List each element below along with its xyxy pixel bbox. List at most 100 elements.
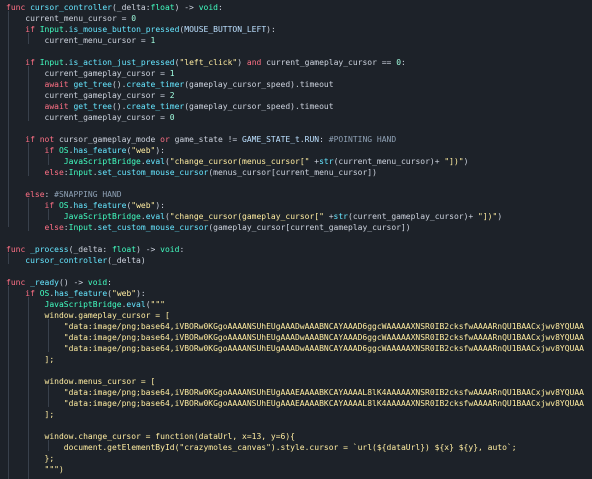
code-token: if — [44, 201, 59, 210]
code-token: "web" — [131, 146, 156, 155]
code-line[interactable]: if not cursor_gameplay_mode or game_stat… — [6, 134, 396, 145]
code-line[interactable]: func _ready() -> void: — [6, 277, 112, 288]
code-token: if — [25, 289, 40, 298]
code-token: ): — [155, 201, 165, 210]
code-line[interactable]: else:Input.set_custom_mouse_cursor(gamep… — [6, 222, 411, 233]
code-editor[interactable]: func cursor_controller(_delta:float) -> … — [0, 0, 592, 479]
code-line[interactable]: if OS.has_feature("web"): — [6, 200, 165, 211]
code-token: document.getElementById("crazymoles_canv… — [6, 443, 517, 452]
code-token: : — [44, 190, 55, 199]
code-token: else — [44, 223, 64, 232]
code-token: is_action_just_pressed — [68, 58, 175, 67]
code-line[interactable]: "data:image/png;base64,iVBORw0KGgoAAAANS… — [6, 343, 584, 354]
code-token: }; — [6, 454, 55, 463]
code-line[interactable]: func _process(_delta: float) -> void: — [6, 244, 184, 255]
code-token: void — [160, 245, 180, 254]
code-token: float — [150, 3, 175, 12]
code-token: OS — [58, 201, 69, 210]
code-token: str — [319, 157, 334, 166]
code-token: "data:image/png;base64,iVBORw0KGgoAAAANS… — [6, 322, 584, 331]
code-token: RUN — [304, 135, 320, 144]
code-line[interactable]: JavaScriptBridge.eval("change_cursor(men… — [6, 156, 469, 167]
code-token: func — [6, 3, 31, 12]
code-token: "left_click" — [179, 58, 238, 67]
code-token: Input — [68, 168, 93, 177]
code-token: ): — [266, 25, 276, 34]
code-token: if not — [25, 135, 59, 144]
code-token: (gameplay_cursor_speed).timeout — [184, 80, 334, 89]
code-token: eval — [145, 212, 165, 221]
code-line[interactable]: }; — [6, 453, 55, 464]
code-token: eval — [145, 157, 165, 166]
code-token: if — [25, 58, 40, 67]
code-token: (). — [111, 102, 127, 111]
code-token: has_feature — [73, 146, 127, 155]
code-token: "data:image/png;base64,iVBORw0KGgoAAAANS… — [6, 344, 584, 353]
code-token: """ — [150, 300, 165, 309]
code-line[interactable]: JavaScriptBridge.eval("change_cursor(gam… — [6, 211, 502, 222]
code-line[interactable]: ]; — [6, 354, 55, 365]
code-token: await — [44, 102, 74, 111]
code-token: window.menus_cursor = [ — [6, 377, 156, 386]
code-token: current_menu_cursor = — [6, 14, 132, 23]
code-line[interactable]: else: #SNAPPING HAND — [6, 189, 121, 200]
code-token: : — [217, 3, 223, 12]
code-line[interactable]: if OS.has_feature("web"): — [6, 288, 145, 299]
code-token: has_feature — [73, 201, 127, 210]
code-token: 0 — [131, 14, 137, 23]
code-line[interactable]: "data:image/png;base64,iVBORw0KGgoAAAANS… — [6, 321, 584, 332]
code-line[interactable]: if OS.has_feature("web"): — [6, 145, 165, 156]
code-line[interactable]: if Input.is_mouse_button_pressed(MOUSE_B… — [6, 24, 276, 35]
code-line[interactable]: current_menu_cursor = 1 — [6, 35, 156, 46]
code-token: "change_cursor(menus_cursor[" — [169, 157, 310, 166]
code-line[interactable]: """) — [6, 464, 64, 475]
code-token: + — [323, 212, 334, 221]
code-token: float — [111, 245, 137, 254]
code-token: cursor_gameplay_mode — [58, 135, 161, 144]
code-token: ) — [237, 58, 247, 67]
code-line[interactable]: await get_tree().create_timer(gameplay_c… — [6, 79, 334, 90]
code-line[interactable]: if Input.is_action_just_pressed("left_cl… — [6, 57, 406, 68]
code-line[interactable]: cursor_controller(_delta) — [6, 255, 145, 266]
code-line[interactable]: current_menu_cursor = 0 — [6, 13, 136, 24]
code-line[interactable]: window.change_cursor = function(dataUrl,… — [6, 431, 295, 442]
code-token: _process — [30, 245, 69, 254]
code-line[interactable]: else:Input.set_custom_mouse_cursor(menus… — [6, 167, 377, 178]
code-token: create_timer — [126, 102, 185, 111]
code-token: window.gameplay_cursor = [ — [6, 311, 170, 320]
code-token: #POINTING HAND — [328, 135, 397, 144]
code-token: (_delta: — [68, 245, 112, 254]
code-token: else — [44, 168, 64, 177]
code-token: ) -> — [174, 3, 199, 12]
code-line[interactable]: current_gameplay_cursor = 1 — [6, 68, 175, 79]
code-token: MOUSE_BUTTON_LEFT — [184, 25, 267, 34]
code-line[interactable]: window.gameplay_cursor = [ — [6, 310, 170, 321]
code-token: ]; — [6, 355, 55, 364]
code-token: "data:image/png;base64,iVBORw0KGgoAAAANS… — [6, 388, 584, 397]
code-line[interactable]: "data:image/png;base64,iVBORw0KGgoAAAANS… — [6, 398, 584, 409]
code-line[interactable]: "data:image/png;base64,iVBORw0KGgoAAAANS… — [6, 332, 584, 343]
code-token: current_menu_cursor = — [6, 36, 151, 45]
code-line[interactable]: current_gameplay_cursor = 0 — [6, 112, 175, 123]
code-token: func — [6, 245, 31, 254]
code-line[interactable]: JavaScriptBridge.eval(""" — [6, 299, 165, 310]
code-token: : — [319, 135, 329, 144]
code-token: (). — [111, 80, 127, 89]
code-line[interactable]: document.getElementById("crazymoles_canv… — [6, 442, 517, 453]
code-token: get_tree — [73, 80, 112, 89]
code-token: cursor_controller — [25, 256, 108, 265]
code-line[interactable]: func cursor_controller(_delta:float) -> … — [6, 2, 223, 13]
code-line[interactable]: await get_tree().create_timer(gameplay_c… — [6, 101, 334, 112]
code-line[interactable]: current_gameplay_cursor = 2 — [6, 90, 175, 101]
code-line[interactable]: window.menus_cursor = [ — [6, 376, 156, 387]
code-line[interactable]: "data:image/png;base64,iVBORw0KGgoAAAANS… — [6, 387, 584, 398]
code-token: "web" — [112, 289, 137, 298]
code-line[interactable]: ]; — [6, 409, 55, 420]
